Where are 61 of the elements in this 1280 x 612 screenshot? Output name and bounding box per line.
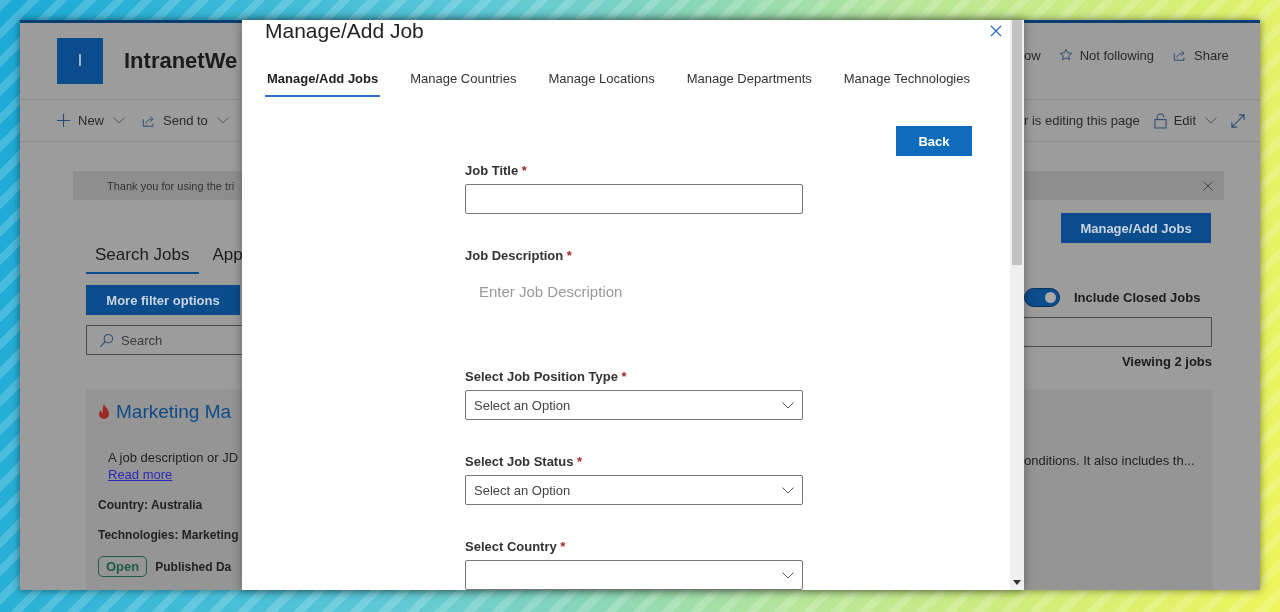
share-icon <box>141 113 156 128</box>
input-field[interactable] <box>465 184 803 214</box>
scroll-down-icon[interactable] <box>1013 580 1021 585</box>
published-date: Published Da <box>155 559 232 574</box>
toggle-label: Include Closed Jobs <box>1074 290 1201 305</box>
command-button[interactable]: New <box>56 113 125 128</box>
close-icon[interactable] <box>1203 180 1213 191</box>
editing-status: r is editing this page <box>1024 113 1140 128</box>
dialog-tab[interactable]: Manage/Add Jobs <box>265 71 381 97</box>
job-description: A job description or JD <box>108 450 240 465</box>
star-icon <box>1058 48 1073 62</box>
field-label: Job Title * <box>465 163 528 178</box>
chevron-down-icon <box>1205 117 1218 124</box>
page-tab[interactable]: App <box>212 242 242 274</box>
job-title-link[interactable]: Marketing Ma <box>116 401 232 423</box>
close-icon[interactable] <box>990 25 1002 37</box>
site-title[interactable]: IntranetWe <box>124 48 238 74</box>
page-tab[interactable]: Search Jobs <box>86 242 199 274</box>
share-icon <box>1172 48 1188 62</box>
filter-button[interactable]: More filter options <box>86 285 240 315</box>
result-count: Viewing 2 jobs <box>1120 354 1212 369</box>
header-action[interactable]: Not following <box>1058 47 1155 63</box>
status-badge: Open <box>98 556 148 577</box>
field-label: Select Country * <box>465 539 567 554</box>
chevron-down-icon <box>782 571 794 579</box>
job-technologies: Technologies: Marketing <box>98 528 240 542</box>
dialog-tab[interactable]: Manage Countries <box>408 71 519 97</box>
search-field[interactable]: Search <box>86 325 242 355</box>
manage-jobs-button[interactable]: Manage/Add Jobs <box>1061 213 1211 243</box>
dialog-tab[interactable]: Manage Locations <box>546 71 657 97</box>
command-button[interactable]: Edit <box>1153 112 1218 129</box>
notice-text: Thank you for using the tri <box>107 179 235 192</box>
search-icon <box>99 332 114 348</box>
search-field[interactable] <box>1024 317 1212 347</box>
dialog-tab[interactable]: Manage Technologies <box>841 71 972 97</box>
job-description: onditions. It also includes th... <box>1024 453 1196 468</box>
back-button[interactable]: Back <box>896 126 972 156</box>
site-logo[interactable]: I <box>57 38 103 84</box>
job-country: Country: Australia <box>98 498 204 512</box>
field-label: Job Description * <box>465 248 573 263</box>
header-action[interactable]: Share <box>1172 47 1229 63</box>
header-action[interactable]: ow <box>1024 47 1041 63</box>
dropdown[interactable]: Select an Option <box>465 475 803 505</box>
field-label: Select Job Status * <box>465 454 584 469</box>
expand-icon[interactable] <box>1231 113 1246 128</box>
dialog-tab[interactable]: Manage Departments <box>684 71 814 97</box>
lock-icon <box>1153 112 1167 129</box>
scrollbar[interactable] <box>1010 20 1024 590</box>
chevron-down-icon <box>782 401 794 409</box>
command-button[interactable]: Send to <box>141 113 229 128</box>
chevron-down-icon <box>113 117 125 124</box>
chevron-down-icon <box>216 117 229 124</box>
toggle-switch[interactable] <box>1024 288 1060 307</box>
dropdown[interactable] <box>465 560 803 590</box>
field-label: Select Job Position Type * <box>465 369 628 384</box>
dialog-title: Manage/Add Job <box>265 20 424 43</box>
chevron-down-icon <box>782 486 794 494</box>
dropdown[interactable]: Select an Option <box>465 390 803 420</box>
flame-icon <box>98 404 110 420</box>
read-more-link[interactable]: Read more <box>108 467 173 482</box>
plus-icon <box>56 113 71 128</box>
